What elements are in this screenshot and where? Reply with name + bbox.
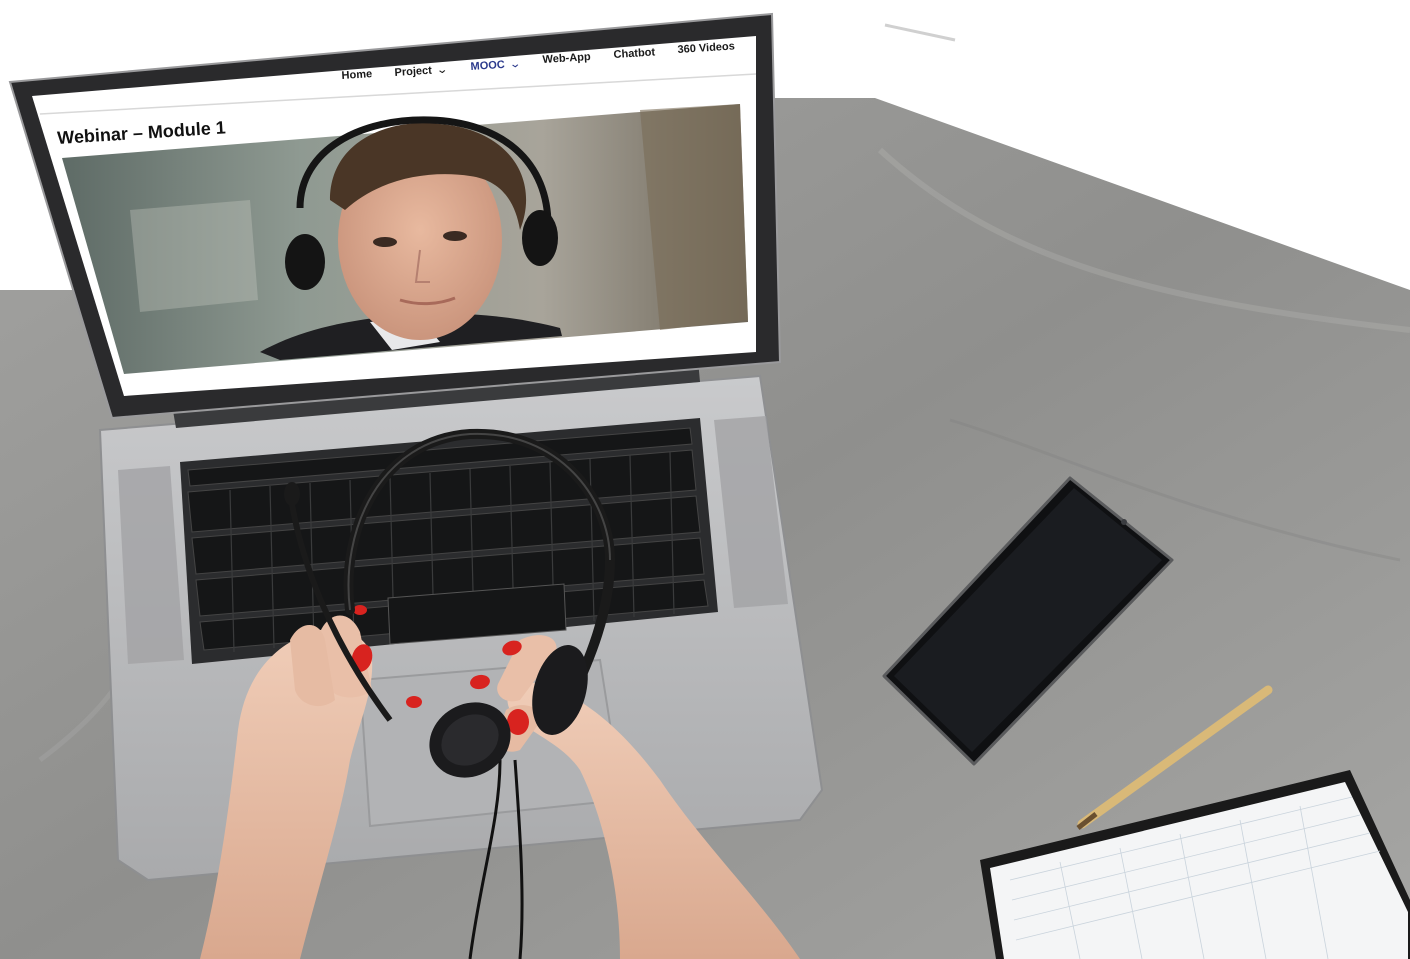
nav-mooc-label: MOOC bbox=[470, 58, 506, 73]
nav-home[interactable]: Home bbox=[341, 68, 372, 82]
desk-scene bbox=[0, 12, 1410, 959]
chevron-down-icon: ⌄ bbox=[509, 57, 522, 71]
chevron-down-icon: ⌄ bbox=[436, 63, 449, 77]
nav-project-label: Project bbox=[394, 64, 433, 79]
